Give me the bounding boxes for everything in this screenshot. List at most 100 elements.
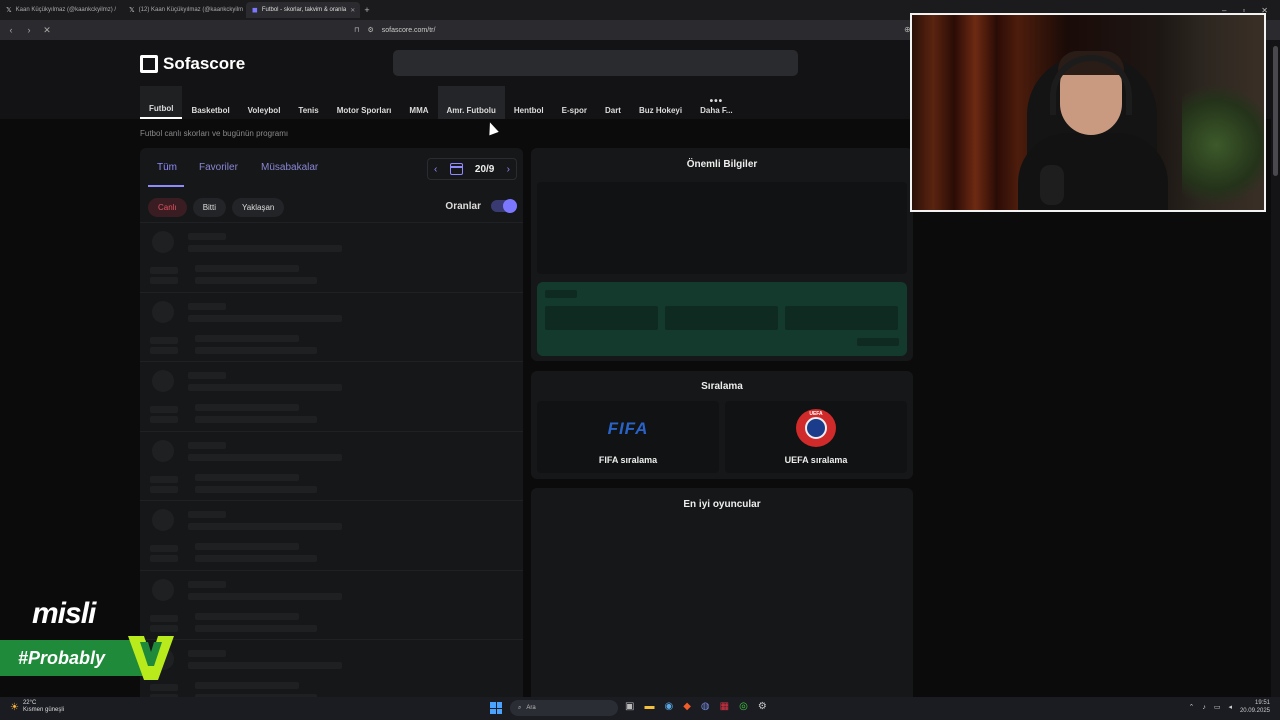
weather-temp: 22°C [22,700,37,706]
sport-tab-voleybol[interactable]: Voleybol [239,86,290,119]
skeleton-shape [188,233,226,240]
prev-date-icon[interactable]: ‹ [434,164,437,175]
steam-icon[interactable]: ◉ [664,701,673,712]
windows-start-icon[interactable] [490,702,502,714]
skeleton-shape [152,370,174,392]
sport-tab-mma[interactable]: MMA [400,86,437,119]
tab-title: Futbol - skorlar, takvim & oranla [261,7,347,13]
tab-favoriler[interactable]: Favoriler [199,162,238,173]
search-input[interactable] [393,50,798,76]
sofascore-icon: ◼ [252,7,258,14]
stop-loading-icon[interactable]: ✕ [40,25,54,36]
sport-tab-tenis[interactable]: Tenis [289,86,327,119]
settings-icon[interactable]: ⚙ [758,701,767,712]
sport-tab-motor-sporlari[interactable]: Motor Sporları [328,86,401,119]
tab-musabakalar[interactable]: Müsabakalar [261,162,318,173]
ranking-card: Sıralama FIFA FIFA sıralama UEFA UEFA sı… [531,371,913,479]
whatsapp-icon[interactable]: ◎ [739,701,748,712]
webcam-background-plant [1182,75,1264,210]
discord-icon[interactable]: ◍ [701,701,710,712]
back-icon[interactable]: ‹ [4,25,18,35]
event-row-skeleton [140,500,523,569]
skeleton-shape [152,300,174,323]
app-icon[interactable]: ▦ [720,701,729,712]
skeleton-shape [195,555,317,562]
new-tab-button[interactable]: + [360,5,374,15]
url-field[interactable]: ⊓ ⚙ sofascore.com/tr/ [354,23,894,37]
calendar-icon[interactable] [449,163,463,175]
tray-overflow-icon[interactable]: ⌃ [1188,703,1194,711]
skeleton-shape [195,416,317,423]
fifa-ranking-button[interactable]: FIFA FIFA sıralama [537,401,719,473]
odds-toggle-group: Oranlar [445,199,517,213]
sport-tab-futbol[interactable]: Futbol [140,86,183,119]
active-tab-indicator [148,185,184,187]
next-date-icon[interactable]: › [507,164,510,175]
event-row-skeleton [140,569,523,639]
skeleton-shape [150,485,178,493]
weather-widget[interactable]: ☀ 22°C Kısmen güneşli [10,700,64,714]
sofascore-logo[interactable]: Sofascore [140,54,245,74]
taskbar-apps: ▣ ▬ ◉ ◆ ◍ ▦ ◎ ⚙ [625,701,767,712]
skeleton-shape [150,336,178,344]
sport-tab-dart[interactable]: Dart [596,86,630,119]
important-info-title: Önemli Bilgiler [686,159,758,170]
skeleton-shape [152,578,174,601]
skeleton-shape [195,473,299,481]
network-icon[interactable]: ▭ [1214,703,1221,711]
sport-tab-hentbol[interactable]: Hentbol [505,86,553,119]
search-icon: ⌕ [518,704,522,711]
sport-tab-amr-futbolu[interactable]: Amr. Futbolu [437,86,505,119]
event-row-skeleton [140,361,523,430]
forward-icon[interactable]: › [22,25,36,35]
screen: 𝕏 Kaan Küçükyılmaz (@kaankckyilmz) / 𝕏 (… [0,0,1280,720]
misli-brand-logo: misli [32,597,96,630]
x-logo-icon: 𝕏 [6,7,12,14]
page-scrollbar[interactable] [1271,40,1280,697]
skeleton-shape [188,650,226,657]
sport-tab-basketbol[interactable]: Basketbol [182,86,238,119]
skeleton-shape [152,439,174,462]
skeleton-shape [195,612,299,620]
skeleton-shape [195,624,317,632]
bookmark-icon[interactable]: ⊓ [354,26,359,34]
clock[interactable]: 19:51 20.09.2025 [1240,699,1270,715]
odds-toggle[interactable] [491,199,517,213]
skeleton-block [785,306,898,330]
task-view-icon[interactable]: ▣ [625,701,634,712]
skeleton-shape [152,231,174,253]
sport-tab-buz-hokeyi[interactable]: Buz Hokeyi [630,86,691,119]
skeleton-shape [150,406,178,413]
more-dots-icon: ••• [709,96,724,107]
more-label: Daha F... [700,106,733,115]
skeleton-bar [857,338,899,346]
uefa-ranking-button[interactable]: UEFA UEFA sıralama [725,401,907,473]
browser-tab-3-active[interactable]: ◼ Futbol - skorlar, takvim & oranla ✕ [246,2,360,18]
skeleton-shape [195,346,317,354]
scrollbar-thumb[interactable] [1273,46,1278,176]
volume-icon[interactable]: ◂ [1228,703,1232,711]
brave-browser-icon[interactable]: ◆ [683,701,691,712]
clock-time: 19:51 [1254,700,1270,706]
current-date[interactable]: 20/9 [475,164,494,175]
skeleton-shape [188,523,342,530]
sports-nav: Futbol Basketbol Voleybol Tenis Motor Sp… [140,86,742,119]
skeleton-shape [150,416,178,423]
microphone-icon[interactable]: ♪ [1202,704,1206,711]
skeleton-shape [188,511,226,518]
filter-yaklasan[interactable]: Yaklaşan [232,198,285,217]
sport-tab-e-spor[interactable]: E-spor [553,86,596,119]
filter-bitti[interactable]: Bitti [192,198,227,217]
sofascore-logo-icon [140,55,158,73]
skeleton-shape [195,404,299,411]
close-tab-icon[interactable]: ✕ [350,7,355,14]
browser-tab-2[interactable]: 𝕏 (12) Kaan Küçükyılmaz (@kaankckyilm [123,2,246,18]
tab-tum[interactable]: Tüm [157,162,177,173]
file-explorer-icon[interactable]: ▬ [644,701,654,712]
taskbar-search[interactable]: ⌕ Ara [510,700,618,716]
skeleton-shape [150,624,178,632]
filter-canli[interactable]: Canlı [148,198,187,217]
browser-tab-1[interactable]: 𝕏 Kaan Küçükyılmaz (@kaankckyilmz) / [0,2,123,18]
site-settings-icon[interactable]: ⚙ [367,26,373,34]
sport-tab-more[interactable]: ••• Daha F... [691,86,741,119]
